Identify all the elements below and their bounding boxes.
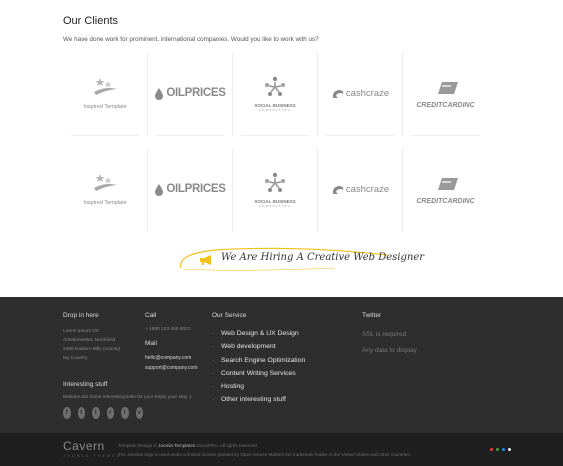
service-item[interactable]: Content Writing Services [212,367,352,381]
cashcraze-name: cashcraze [345,88,390,100]
clients-intro: We have done work for prominent, interna… [63,36,319,43]
address-line: My Country [63,356,88,361]
hiring-text: We Are Hiring A Creative Web Designer [221,252,425,263]
credit-card-icon [437,177,458,190]
footer-drop-column: Drop in here Lorem Ipsum DC Ameliorseste… [63,312,192,419]
style-dot-red[interactable] [490,448,493,451]
rss-icon[interactable]: r [106,407,114,419]
brand-tagline: JOOMLA THEMES [63,454,122,458]
call-heading: Call [145,312,157,319]
social-business-sub: CONSULTING [258,108,292,113]
client-logo-cashcraze[interactable]: cashcraze [318,148,403,232]
style-switcher [490,448,511,451]
oilprices-name: OILPRICES [166,87,226,100]
footer-twitter-column: Twitter SSL is required Any data to disp… [362,312,482,359]
drop-heading: Drop in here [63,312,99,319]
client-logo-social-business[interactable]: SOCIAL BUSINESS CONSULTING [233,52,318,136]
oil-drop-icon [155,184,164,196]
client-logo-inspired[interactable]: Inspired Template [63,148,148,232]
tumblr-icon[interactable]: t [92,407,100,419]
footer: Drop in here Lorem Ipsum DC Ameliorseste… [0,297,563,433]
address-line: 2456 Eastern Billy (county) [63,347,121,352]
interesting-desc: Besides are some interesting links for y… [63,395,192,400]
cashcraze-swirl-icon [332,90,344,98]
copyright-suffix: GavickPro. All rights reserved. [196,443,258,448]
style-dot-green[interactable] [496,448,499,451]
client-logo-oilprices[interactable]: OILPRICES [148,148,233,232]
address-line: Ameliorsestet, Northfield [63,338,116,343]
address-line: Lorem Ipsum DC [63,329,100,334]
copyright-prefix: Template Design © [118,443,157,448]
inspired-template-name: Inspired Template [83,200,127,207]
service-item[interactable]: Web Design & UX Design [212,327,352,341]
vimeo-icon[interactable]: v [135,407,143,419]
site-logo[interactable]: Cavern JOOMLA THEMES [63,439,121,458]
cashcraze-swirl-icon [332,186,344,194]
client-logo-social-business[interactable]: SOCIAL BUSINESS CONSULTING [233,148,318,232]
client-logo-grid: Inspired Template OILPRICES SOCIAL BUSIN… [63,52,488,232]
twitter-ssl-message: SSL is required [362,331,407,338]
phone-number[interactable]: + 1800 123 456 8001 [145,327,210,332]
brand-name: Cavern [63,439,105,453]
service-item[interactable]: Web development [212,340,352,354]
oil-drop-icon [155,88,164,100]
clients-section: Our Clients We have done work for promin… [0,0,563,297]
interesting-heading: Interesting stuff [63,381,108,388]
footer-service-column: Our Service Web Design & UX Design Web d… [212,312,352,407]
bottom-bar: Cavern JOOMLA THEMES Template Design © J… [0,433,563,466]
joomla-templates-link[interactable]: Joomla Templates [158,443,195,448]
social-business-people-icon [265,172,285,192]
client-logo-row: Inspired Template OILPRICES SOCIAL BUSIN… [63,148,488,232]
style-dot-white[interactable] [508,448,511,451]
address-block: Lorem Ipsum DC Ameliorsestet, Northfield… [63,327,143,363]
client-logo-cashcraze[interactable]: cashcraze [318,52,403,136]
oilprices-name: OILPRICES [166,183,226,196]
client-logo-row: Inspired Template OILPRICES SOCIAL BUSIN… [63,52,488,136]
email-link[interactable]: support@company.com [145,363,210,373]
creditcard-name: CREDITCARDINC [416,101,475,109]
email-link[interactable]: hello@company.com [145,353,210,363]
service-item[interactable]: Other interesting stuff [212,393,352,407]
service-item[interactable]: Hosting [212,380,352,394]
social-business-people-icon [265,76,285,96]
hiring-banner[interactable]: We Are Hiring A Creative Web Designer [175,246,424,272]
inspired-template-logo-icon [94,78,117,96]
client-logo-creditcard[interactable]: CREDITCARDINC [403,52,488,136]
copyright-license: The Joomla! logo is used under a limited… [118,452,411,457]
twitter-icon[interactable]: t [77,407,85,419]
facebook-icon[interactable]: f [63,407,71,419]
creditcard-name: CREDITCARDINC [416,197,475,205]
inspired-template-logo-icon [94,174,117,192]
client-logo-creditcard[interactable]: CREDITCARDINC [403,148,488,232]
clients-title: Our Clients [63,15,119,27]
service-heading: Our Service [212,312,247,319]
service-list: Web Design & UX Design Web development S… [212,327,352,407]
client-logo-inspired[interactable]: Inspired Template [63,52,148,136]
client-logo-oilprices[interactable]: OILPRICES [148,52,233,136]
cashcraze-name: cashcraze [345,184,390,196]
inspired-template-name: Inspired Template [83,104,127,111]
social-business-sub: CONSULTING [258,204,292,209]
twitter-heading: Twitter [362,312,382,319]
megaphone-icon [200,255,211,265]
style-dot-blue[interactable] [502,448,505,451]
footer-call-column: Call + 1800 123 456 8001 Mail hello@comp… [145,312,210,373]
service-item[interactable]: Search Engine Optimization [212,354,352,368]
instagram-icon[interactable]: i [121,407,129,419]
twitter-no-data-message: Any data to display [362,347,417,354]
social-links: f t t r i v [63,407,143,419]
mail-heading: Mail [145,340,157,347]
credit-card-icon [437,81,458,94]
copyright: Template Design © Joomla Templates Gavic… [118,441,411,459]
